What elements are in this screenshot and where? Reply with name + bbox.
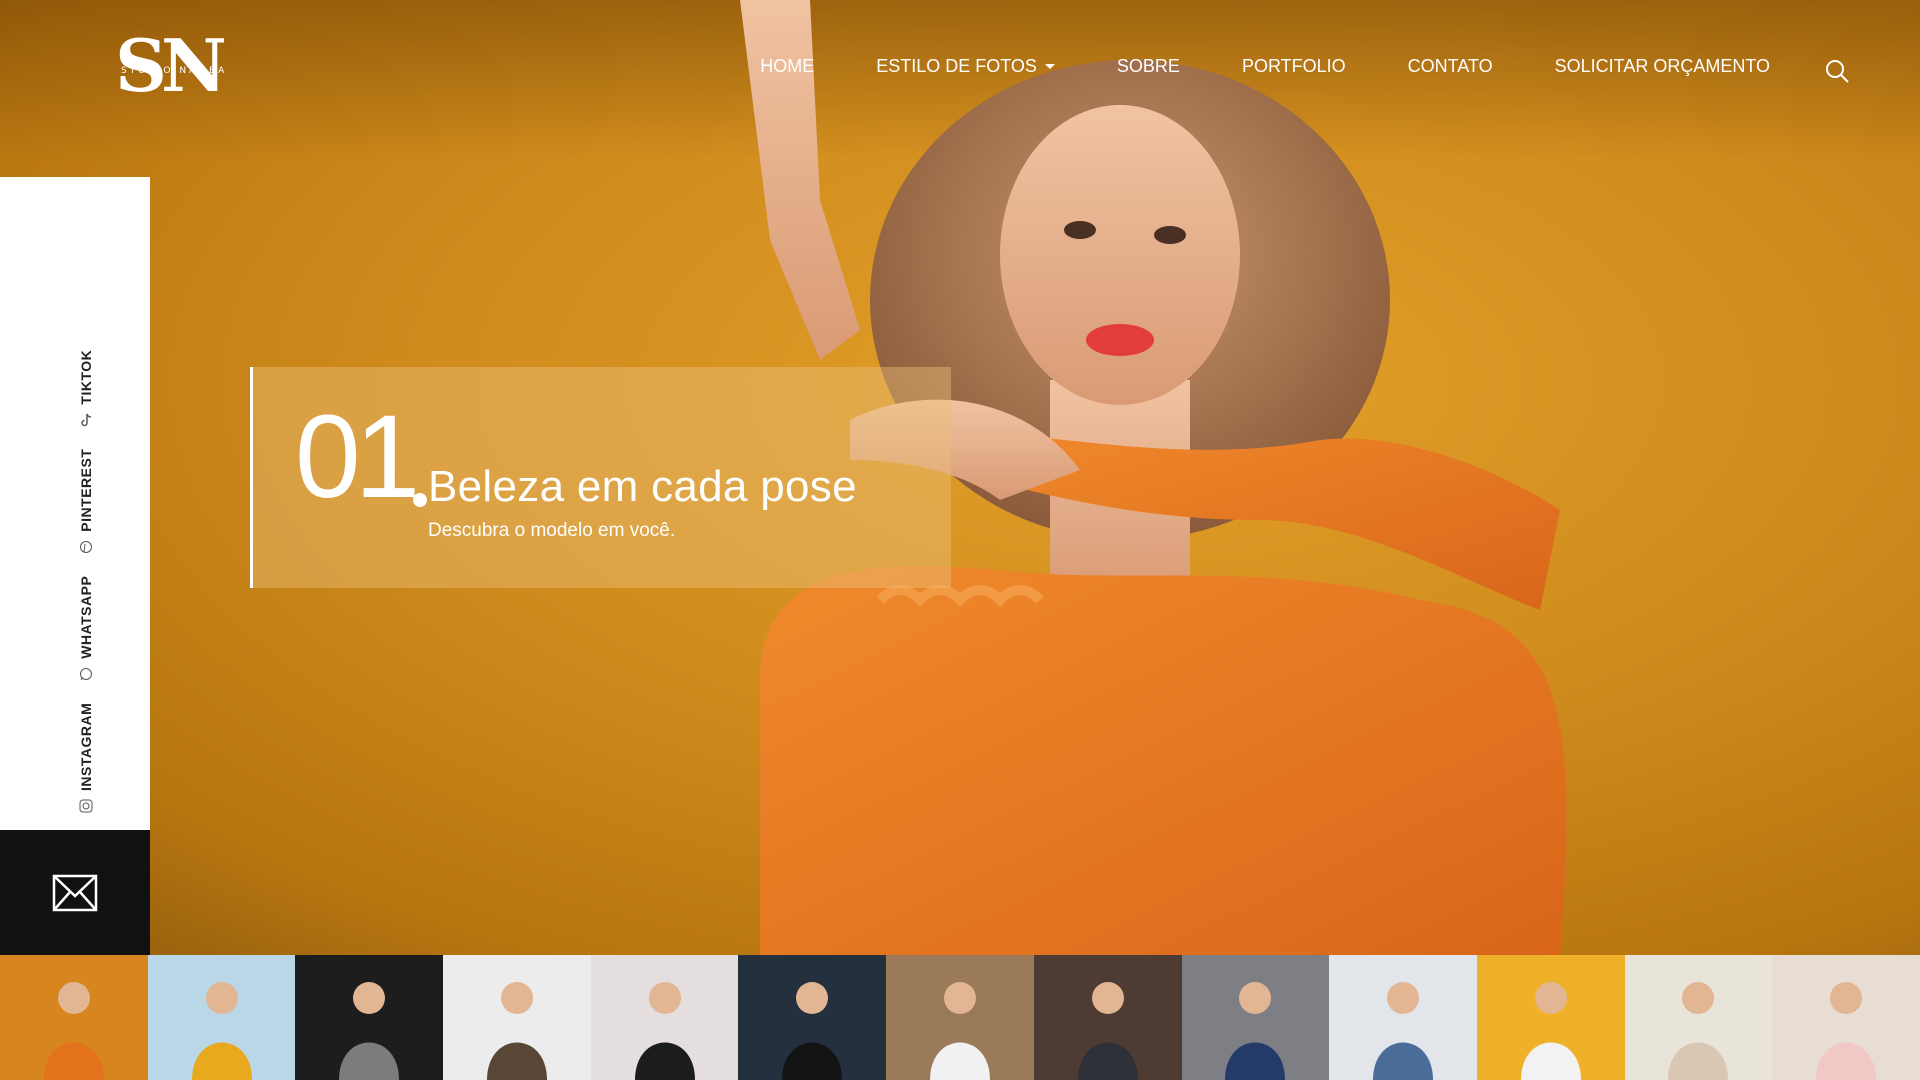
main-nav: HOME ESTILO DE FOTOS SOBRE PORTFOLIO CON… (760, 56, 1770, 77)
nav-portfolio[interactable]: PORTFOLIO (1242, 56, 1346, 77)
thumbnail-person-image (782, 982, 843, 1080)
social-sidebar: INSTAGRAM WHATSAPP PINTEREST TIKTOK (0, 177, 150, 830)
thumbnail-person-image (1816, 982, 1877, 1080)
thumbnail-10[interactable] (1329, 955, 1477, 1080)
nav-sobre[interactable]: SOBRE (1117, 56, 1180, 77)
thumbnail-13[interactable] (1772, 955, 1920, 1080)
thumbnail-7[interactable] (886, 955, 1034, 1080)
social-whatsapp[interactable]: WHATSAPP (78, 576, 94, 681)
slide-subtitle: Descubra o modelo em você. (428, 520, 676, 541)
chevron-down-icon (1044, 64, 1055, 69)
thumbnail-6[interactable] (738, 955, 887, 1080)
slide-caption: 01 Beleza em cada pose Descubra o modelo… (250, 367, 951, 588)
instagram-icon (79, 799, 93, 813)
social-pinterest[interactable]: PINTEREST (78, 449, 94, 554)
mail-button[interactable] (0, 830, 150, 955)
pinterest-icon (80, 540, 92, 553)
nav-home[interactable]: HOME (760, 56, 814, 77)
thumbnail-4[interactable] (443, 955, 591, 1080)
nav-solicitar-orcamento[interactable]: SOLICITAR ORÇAMENTO (1555, 56, 1770, 77)
thumbnail-person-image (929, 982, 990, 1080)
thumbnail-person-image (486, 982, 547, 1080)
slide-number-dot (413, 493, 427, 507)
thumbnail-person-image (339, 982, 400, 1080)
thumbnail-5[interactable] (590, 955, 739, 1080)
search-icon[interactable] (1824, 58, 1850, 84)
social-tiktok[interactable]: TIKTOK (78, 350, 94, 427)
thumbnail-11[interactable] (1476, 955, 1625, 1080)
thumbnail-person-image (1373, 982, 1434, 1080)
thumbnail-person-image (1077, 982, 1138, 1080)
thumbnail-person-image (43, 982, 104, 1080)
logo-subtitle: STUDIO NAMBA (121, 66, 228, 76)
mail-icon (52, 874, 98, 911)
logo[interactable]: SN STUDIO NAMBA (115, 26, 228, 106)
thumbnail-person-image (1520, 982, 1581, 1080)
thumbnail-2[interactable] (147, 955, 296, 1080)
tiktok-icon (81, 413, 92, 426)
social-pinterest-label: PINTEREST (78, 448, 94, 532)
social-tiktok-label: TIKTOK (78, 349, 94, 405)
thumbnail-person-image (1668, 982, 1729, 1080)
nav-contato[interactable]: CONTATO (1408, 56, 1493, 77)
thumbnail-person-image (634, 982, 695, 1080)
thumbnail-8[interactable] (1033, 955, 1182, 1080)
whatsapp-icon (80, 667, 92, 680)
nav-estilo-de-fotos[interactable]: ESTILO DE FOTOS (876, 56, 1055, 77)
thumbnail-person-image (191, 982, 252, 1080)
thumbnail-1[interactable] (0, 955, 148, 1080)
thumbnail-12[interactable] (1624, 955, 1773, 1080)
thumbnail-strip (0, 955, 1920, 1080)
social-instagram[interactable]: INSTAGRAM (78, 703, 94, 813)
slide-title: Beleza em cada pose (428, 462, 857, 511)
slide-number: 01 (295, 391, 420, 523)
social-instagram-label: INSTAGRAM (78, 702, 94, 791)
social-list: INSTAGRAM WHATSAPP PINTEREST TIKTOK (78, 350, 94, 813)
social-whatsapp-label: WHATSAPP (78, 575, 94, 659)
thumbnail-9[interactable] (1181, 955, 1330, 1080)
thumbnail-3[interactable] (295, 955, 444, 1080)
thumbnail-person-image (1225, 982, 1286, 1080)
